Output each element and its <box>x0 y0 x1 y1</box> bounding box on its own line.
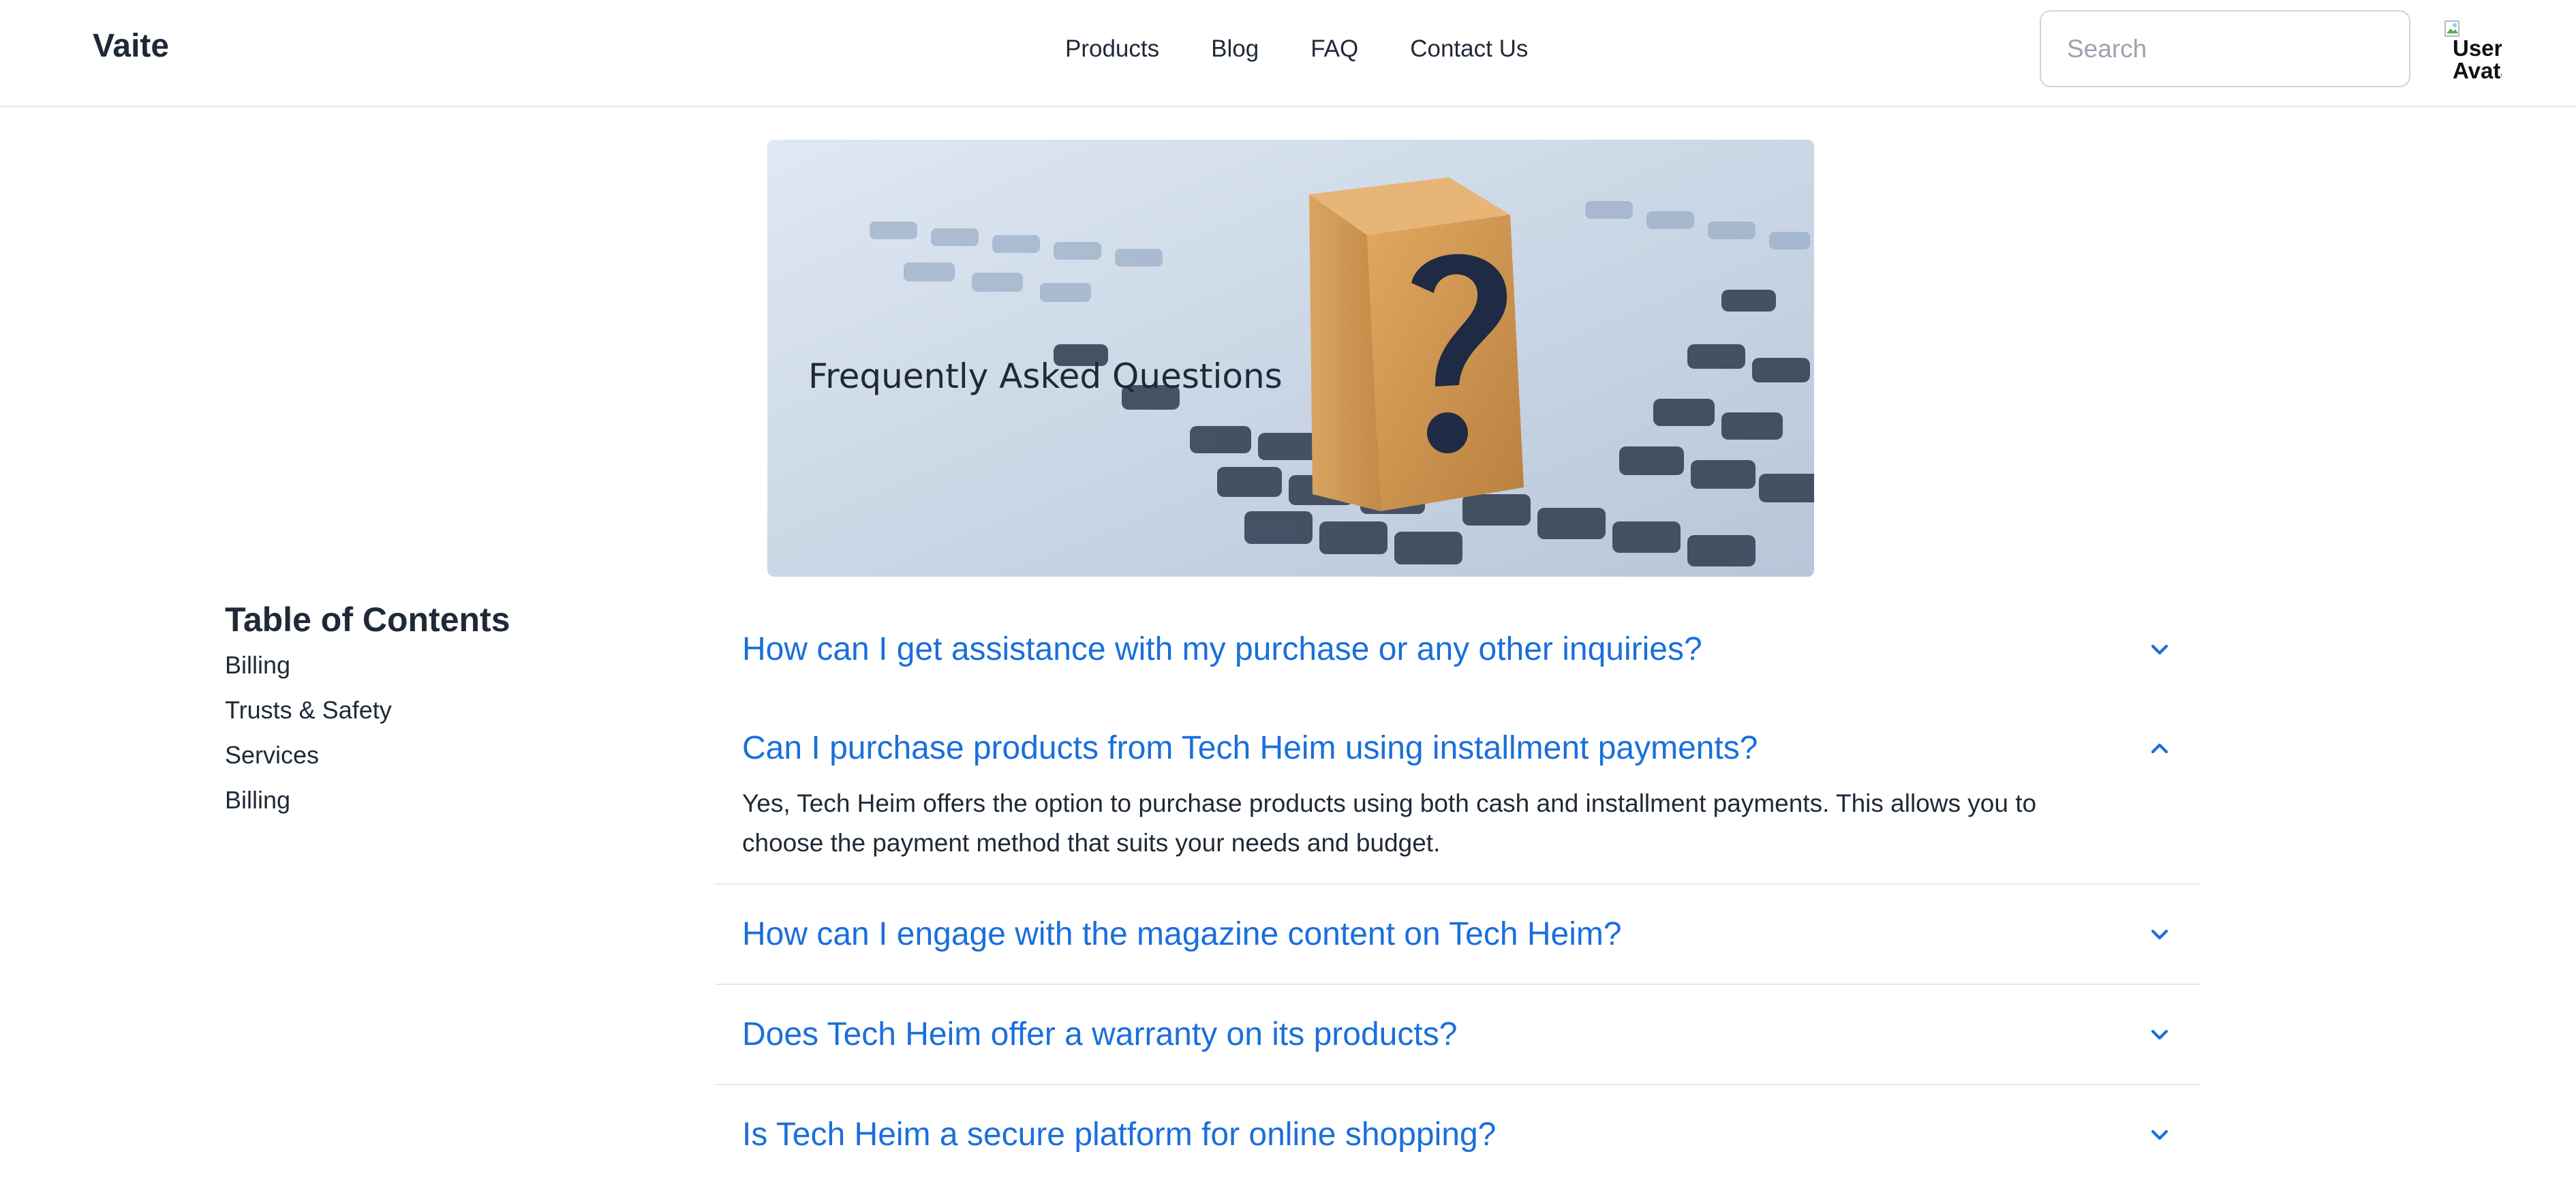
faq-question: Does Tech Heim offer a warranty on its p… <box>742 1016 1458 1052</box>
faq-question-toggle[interactable]: Is Tech Heim a secure platform for onlin… <box>715 1085 2201 1184</box>
chevron-down-icon <box>2151 929 2168 939</box>
faq-question: How can I get assistance with my purchas… <box>742 631 1702 667</box>
faq-question: How can I engage with the magazine conte… <box>742 916 1622 952</box>
user-avatar[interactable]: User Avatar <box>2443 19 2502 80</box>
chevron-up-icon <box>2151 743 2168 753</box>
faq-answer: Yes, Tech Heim offers the option to purc… <box>742 789 2037 857</box>
toc-item-trusts-safety[interactable]: Trusts & Safety <box>225 697 634 742</box>
chevron-down-icon <box>2151 1029 2168 1039</box>
nav-link-blog[interactable]: Blog <box>1211 35 1259 63</box>
faq-question: Is Tech Heim a secure platform for onlin… <box>742 1117 1497 1153</box>
chevron-down-icon <box>2151 644 2168 654</box>
faq-item: Does Tech Heim offer a warranty on its p… <box>715 985 2201 1085</box>
hero-caption: Frequently Asked Questions <box>808 356 1283 396</box>
search-input[interactable] <box>2040 10 2410 87</box>
toc-item-billing[interactable]: Billing <box>225 652 634 697</box>
faq-item: Is Tech Heim a secure platform for onlin… <box>715 1085 2201 1184</box>
chevron-down-icon <box>2151 1129 2168 1140</box>
faq-item: How can I engage with the magazine conte… <box>715 885 2201 985</box>
broken-image-icon <box>2444 20 2459 37</box>
top-navbar: Vaite Products Blog FAQ Contact Us User … <box>0 0 2576 107</box>
faq-accordion: How can I get assistance with my purchas… <box>715 600 2201 1184</box>
nav-link-products[interactable]: Products <box>1065 35 1159 63</box>
table-of-contents: Table of Contents Billing Trusts & Safet… <box>225 600 634 832</box>
nav-link-contact[interactable]: Contact Us <box>1410 35 1528 63</box>
faq-question-toggle[interactable]: Can I purchase products from Tech Heim u… <box>715 699 2201 798</box>
toc-title: Table of Contents <box>225 601 510 639</box>
toc-item-services[interactable]: Services <box>225 742 634 787</box>
faq-question: Can I purchase products from Tech Heim u… <box>742 730 1758 766</box>
faq-question-toggle[interactable]: Does Tech Heim offer a warranty on its p… <box>715 985 2201 1084</box>
toc-item-billing-2[interactable]: Billing <box>225 787 634 832</box>
faq-item-expanded: Can I purchase products from Tech Heim u… <box>715 699 2201 885</box>
main-nav: Products Blog FAQ Contact Us <box>1065 35 1580 63</box>
faq-question-toggle[interactable]: How can I engage with the magazine conte… <box>715 885 2201 984</box>
faq-hero-image: Frequently Asked Questions <box>767 140 1814 577</box>
brand-logo[interactable]: Vaite <box>93 27 169 65</box>
avatar-alt-text: User Avatar <box>2453 35 2502 80</box>
faq-question-toggle[interactable]: How can I get assistance with my purchas… <box>715 600 2201 699</box>
nav-link-faq[interactable]: FAQ <box>1310 35 1358 63</box>
faq-item: How can I get assistance with my purchas… <box>715 600 2201 699</box>
